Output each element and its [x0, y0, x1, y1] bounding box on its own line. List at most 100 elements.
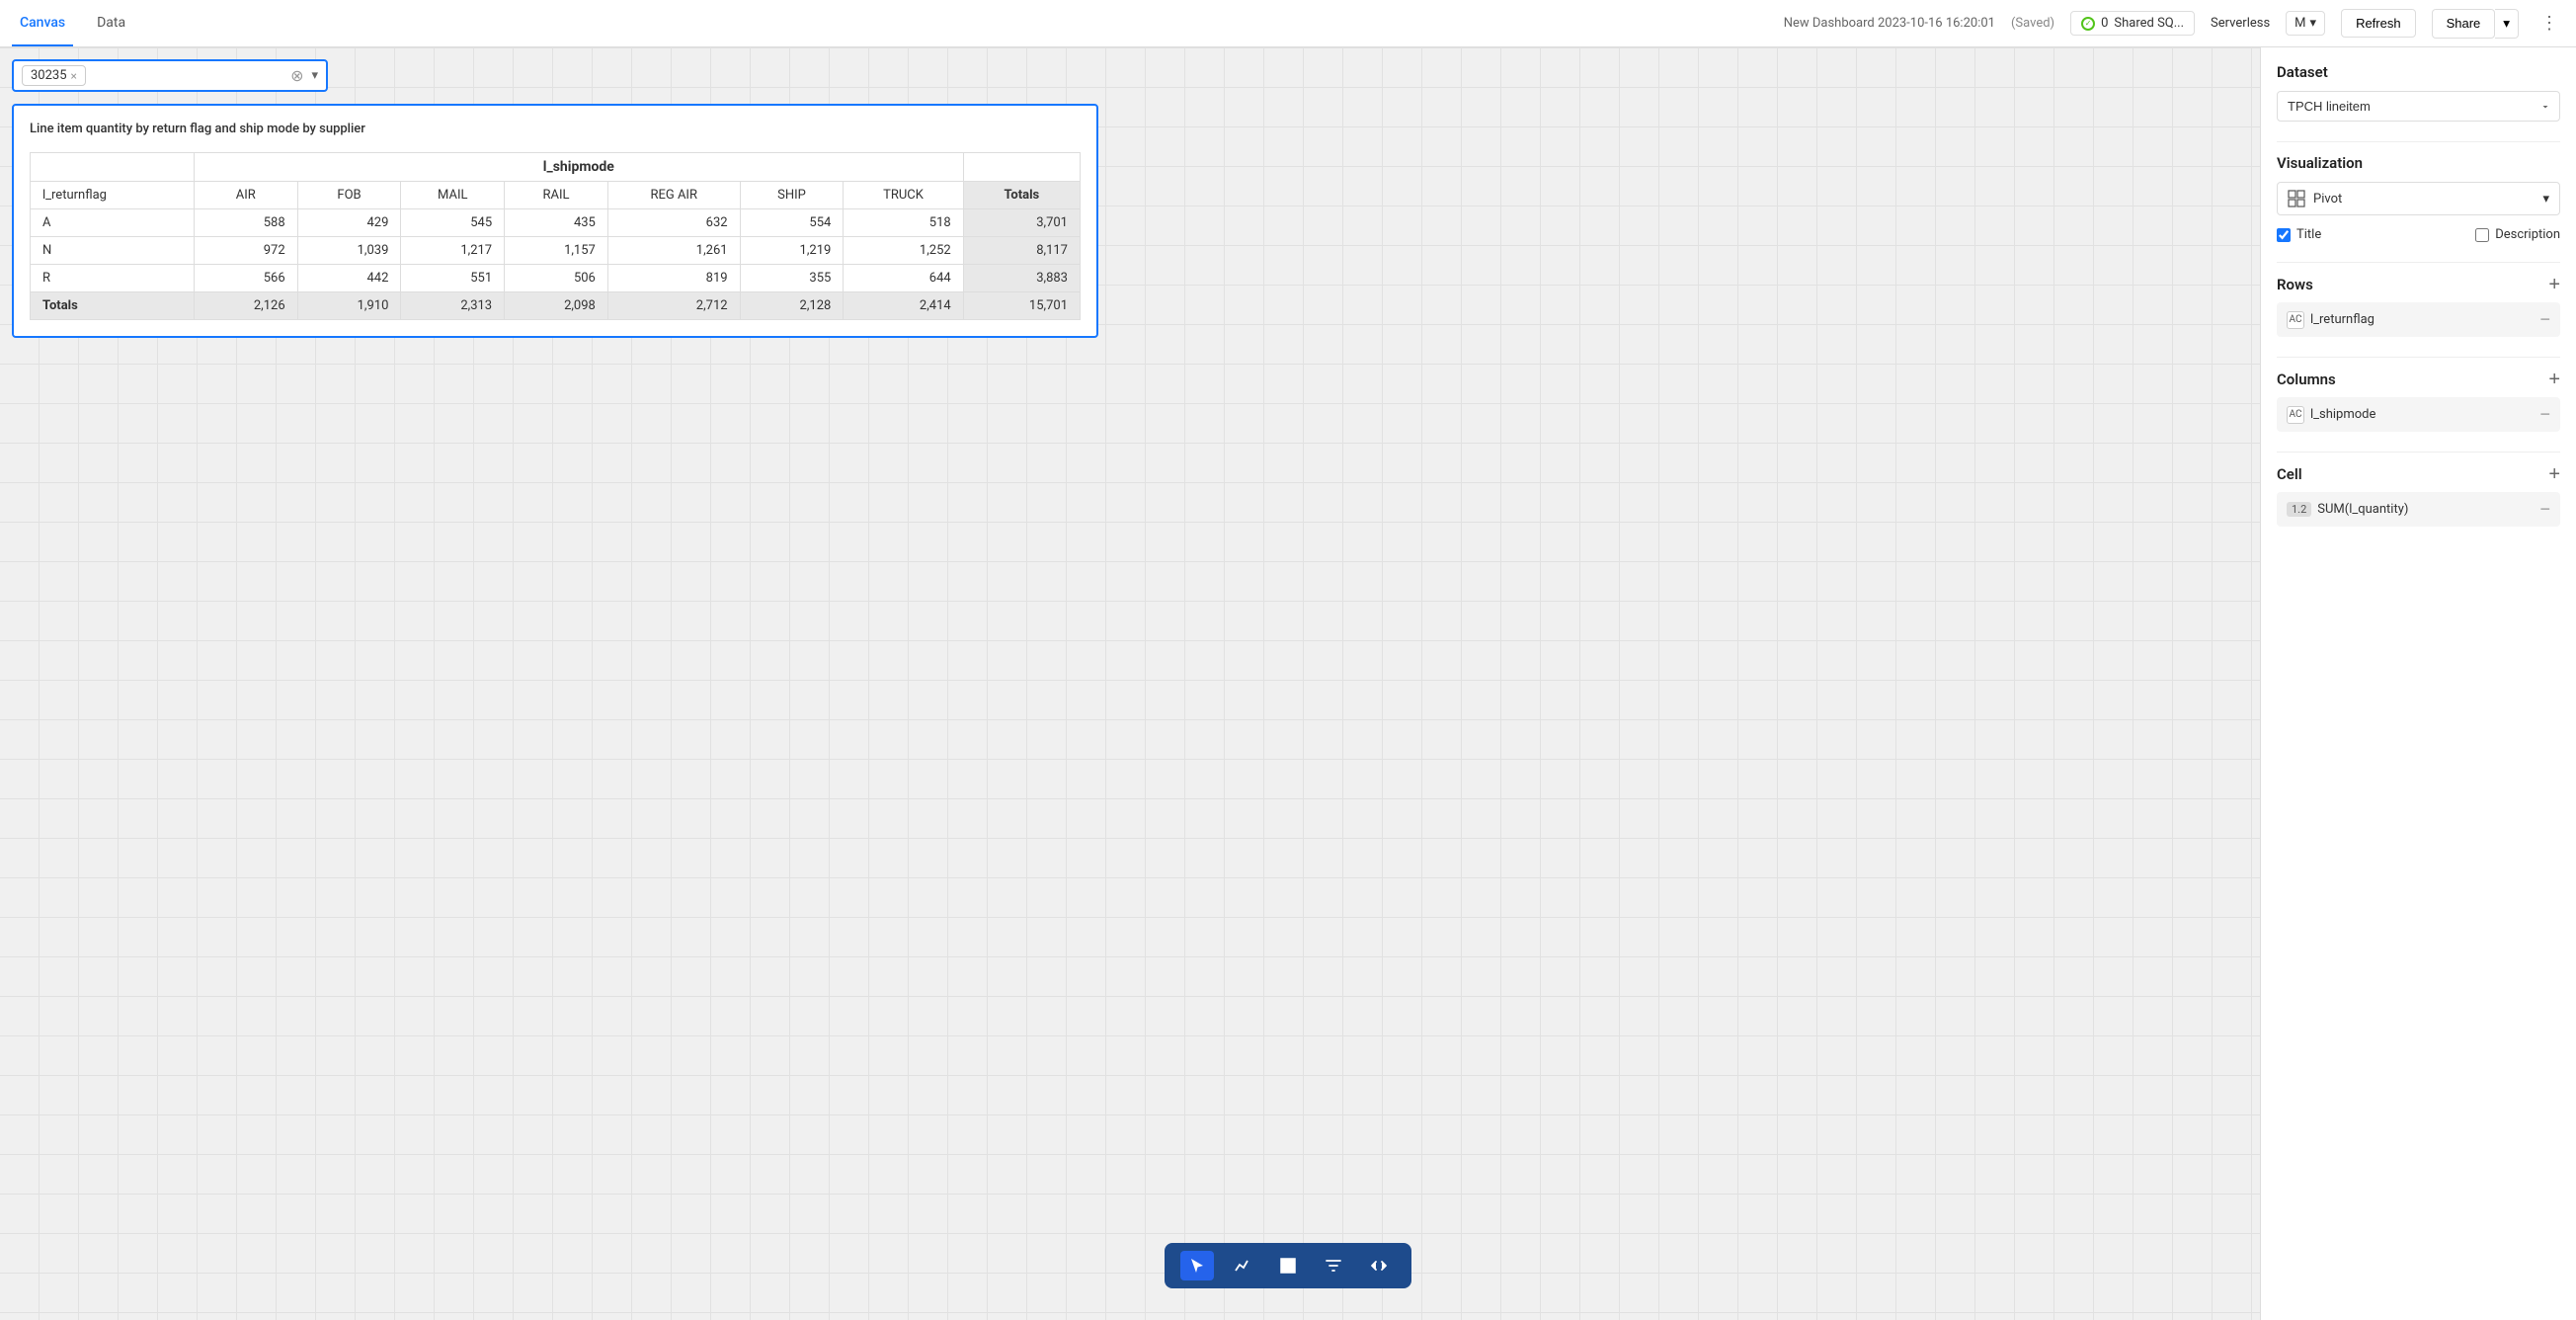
rows-item-label: AC l_returnflag — [2287, 311, 2375, 329]
description-checkbox[interactable] — [2475, 228, 2489, 242]
data-cell: 545 — [401, 209, 505, 237]
row-label-cell: N — [31, 237, 195, 265]
rows-remove-button[interactable]: − — [2539, 309, 2550, 330]
cell-badge: 1.2 — [2287, 502, 2311, 517]
filter-bar[interactable]: 30235 × ⊗ ▾ — [12, 59, 328, 92]
cell-header: Cell + — [2277, 464, 2560, 484]
tab-data[interactable]: Data — [89, 1, 133, 46]
m-select[interactable]: M ▾ — [2286, 11, 2325, 36]
cell-section: Cell + 1.2 SUM(l_quantity) − — [2277, 464, 2560, 527]
viz-type-label: Pivot — [2313, 192, 2342, 206]
visualization-title: Visualization — [2277, 154, 2560, 172]
totals-data-cell: 1,910 — [297, 292, 401, 320]
data-cell: 566 — [194, 265, 297, 292]
right-panel: Dataset TPCH lineitem Visualization Pivo… — [2260, 47, 2576, 1320]
data-cell: 588 — [194, 209, 297, 237]
totals-data-cell: 2,126 — [194, 292, 297, 320]
dashboard-title: New Dashboard 2023-10-16 16:20:01 — [1784, 16, 1995, 31]
viz-type-select[interactable]: Pivot ▾ — [2277, 182, 2560, 215]
code-tool-button[interactable] — [1362, 1251, 1396, 1280]
visualization-section: Visualization Pivot ▾ Title — [2277, 154, 2560, 242]
pivot-table: l_shipmode l_returnflag AIR FOB MAIL RAI… — [30, 152, 1081, 320]
col-fob: FOB — [297, 182, 401, 209]
code-icon — [1370, 1257, 1388, 1275]
columns-item-label: AC l_shipmode — [2287, 406, 2375, 424]
status-indicator[interactable]: 0 Shared SQ... — [2070, 11, 2195, 36]
data-cell: 551 — [401, 265, 505, 292]
select-tool-button[interactable] — [1180, 1251, 1214, 1280]
columns-title: Columns — [2277, 371, 2336, 388]
table-icon — [1279, 1257, 1297, 1275]
title-checkbox[interactable] — [2277, 228, 2291, 242]
divider-3 — [2277, 357, 2560, 358]
columns-type-icon: AC — [2287, 406, 2304, 424]
filter-clear-icon[interactable]: ⊗ — [290, 66, 303, 85]
rows-item-0: AC l_returnflag − — [2277, 302, 2560, 337]
m-chevron-icon: ▾ — [2310, 16, 2317, 31]
description-label: Description — [2495, 227, 2560, 242]
data-cell: 1,219 — [740, 237, 844, 265]
table-row: R5664425515068193556443,883 — [31, 265, 1081, 292]
totals-data-cell: 15,701 — [963, 292, 1080, 320]
filter-tool-button[interactable] — [1317, 1251, 1350, 1280]
tab-canvas[interactable]: Canvas — [12, 1, 73, 46]
data-cell: 429 — [297, 209, 401, 237]
main-layout: 30235 × ⊗ ▾ Line item quantity by return… — [0, 47, 2576, 1320]
dataset-select[interactable]: TPCH lineitem — [2277, 91, 2560, 122]
filter-tag-close-icon[interactable]: × — [71, 69, 77, 83]
rows-add-button[interactable]: + — [2548, 275, 2560, 294]
chart-container: Line item quantity by return flag and sh… — [12, 104, 1098, 338]
table-row: N9721,0391,2171,1571,2611,2191,2528,117 — [31, 237, 1081, 265]
table-tool-button[interactable] — [1271, 1251, 1305, 1280]
pivot-icon — [2288, 190, 2305, 207]
data-cell: 355 — [740, 265, 844, 292]
status-count: 0 — [2101, 16, 2108, 31]
col-totals: Totals — [963, 182, 1080, 209]
columns-add-button[interactable]: + — [2548, 370, 2560, 389]
data-cell: 442 — [297, 265, 401, 292]
saved-label: (Saved) — [2011, 16, 2054, 31]
data-cell: 1,217 — [401, 237, 505, 265]
columns-item-text: l_shipmode — [2310, 407, 2375, 422]
filter-arrow-icon[interactable]: ▾ — [311, 68, 318, 83]
data-cell: 632 — [607, 209, 740, 237]
share-arrow-button[interactable]: ▾ — [2495, 9, 2519, 39]
viz-chevron-icon: ▾ — [2542, 192, 2549, 206]
data-cell: 972 — [194, 237, 297, 265]
cursor-icon — [1188, 1257, 1206, 1275]
col-air: AIR — [194, 182, 297, 209]
divider-2 — [2277, 262, 2560, 263]
divider-4 — [2277, 452, 2560, 453]
refresh-button[interactable]: Refresh — [2341, 9, 2416, 38]
top-nav: Canvas Data New Dashboard 2023-10-16 16:… — [0, 0, 2576, 47]
row-label-cell: A — [31, 209, 195, 237]
description-checkbox-wrap: Description — [2475, 227, 2560, 242]
filter-tag-value: 30235 — [31, 68, 67, 83]
cell-item-label: 1.2 SUM(l_quantity) — [2287, 502, 2408, 517]
col-mail: MAIL — [401, 182, 505, 209]
canvas-area[interactable]: 30235 × ⊗ ▾ Line item quantity by return… — [0, 47, 2260, 1320]
share-button[interactable]: Share — [2432, 9, 2496, 39]
columns-remove-button[interactable]: − — [2539, 404, 2550, 425]
table-row: A5884295454356325545183,701 — [31, 209, 1081, 237]
data-cell: 506 — [505, 265, 608, 292]
totals-data-cell: 2,313 — [401, 292, 505, 320]
data-cell: 518 — [844, 209, 963, 237]
data-cell: 554 — [740, 209, 844, 237]
row-label-cell: R — [31, 265, 195, 292]
totals-data-cell: 2,098 — [505, 292, 608, 320]
chart-tool-button[interactable] — [1226, 1251, 1259, 1280]
data-cell: 1,261 — [607, 237, 740, 265]
cell-item-text: SUM(l_quantity) — [2317, 502, 2408, 517]
columns-section: Columns + AC l_shipmode − — [2277, 370, 2560, 432]
title-checkbox-wrap: Title — [2277, 227, 2321, 242]
rows-section: Rows + AC l_returnflag − — [2277, 275, 2560, 337]
cell-remove-button[interactable]: − — [2539, 499, 2550, 520]
data-cell: 435 — [505, 209, 608, 237]
more-options-button[interactable]: ⋮ — [2535, 9, 2564, 38]
col-header-row: l_shipmode — [31, 153, 1081, 182]
cell-title: Cell — [2277, 465, 2302, 483]
data-cell: 1,252 — [844, 237, 963, 265]
data-cell: 1,039 — [297, 237, 401, 265]
cell-add-button[interactable]: + — [2548, 464, 2560, 484]
